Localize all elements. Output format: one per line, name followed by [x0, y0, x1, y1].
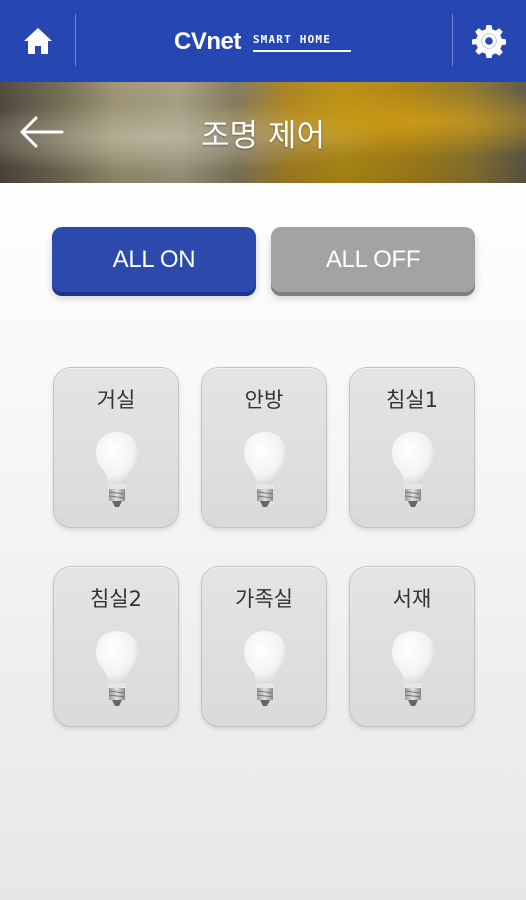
tagline-underline [252, 49, 351, 52]
room-light-tile[interactable]: 가족실 [201, 566, 327, 727]
room-label: 침실2 [89, 587, 142, 611]
room-light-tile[interactable]: 침실1 [349, 367, 475, 528]
settings-button[interactable] [452, 0, 526, 82]
light-bulb-icon [390, 430, 436, 510]
room-light-tile[interactable]: 서재 [349, 566, 475, 727]
brand-logo: CVnet SMART HOME [174, 26, 351, 58]
page-title: 조명 제어 [201, 118, 325, 154]
lighting-control-panel: ALL ON ALL OFF 거실 안방 침실1 침실2 가족실 서재 [0, 183, 526, 900]
all-off-button[interactable]: ALL OFF [271, 227, 475, 292]
app-header: CVnet SMART HOME [0, 0, 526, 82]
room-label: 안방 [244, 388, 284, 412]
home-icon [24, 28, 52, 54]
room-light-tile[interactable]: 거실 [53, 367, 179, 528]
light-bulb-icon [242, 430, 288, 510]
gear-icon [472, 25, 506, 58]
page-header-banner: 조명 제어 [0, 82, 526, 183]
room-label: 침실1 [385, 388, 438, 412]
room-light-tile[interactable]: 안방 [201, 367, 327, 528]
light-bulb-icon [94, 629, 140, 709]
brand-tagline: SMART HOME [252, 32, 351, 52]
home-button[interactable] [0, 0, 76, 82]
header-divider [75, 14, 76, 66]
light-bulb-icon [242, 629, 288, 709]
room-label: 거실 [96, 388, 136, 412]
light-bulb-icon [390, 629, 436, 709]
all-on-button[interactable]: ALL ON [52, 227, 256, 292]
brand-name: CVnet [174, 28, 241, 55]
light-bulb-icon [94, 430, 140, 510]
room-label: 서재 [392, 587, 432, 611]
room-light-tile[interactable]: 침실2 [53, 566, 179, 727]
room-label: 가족실 [235, 587, 293, 611]
brand-tagline-text: SMART HOME [252, 32, 332, 46]
